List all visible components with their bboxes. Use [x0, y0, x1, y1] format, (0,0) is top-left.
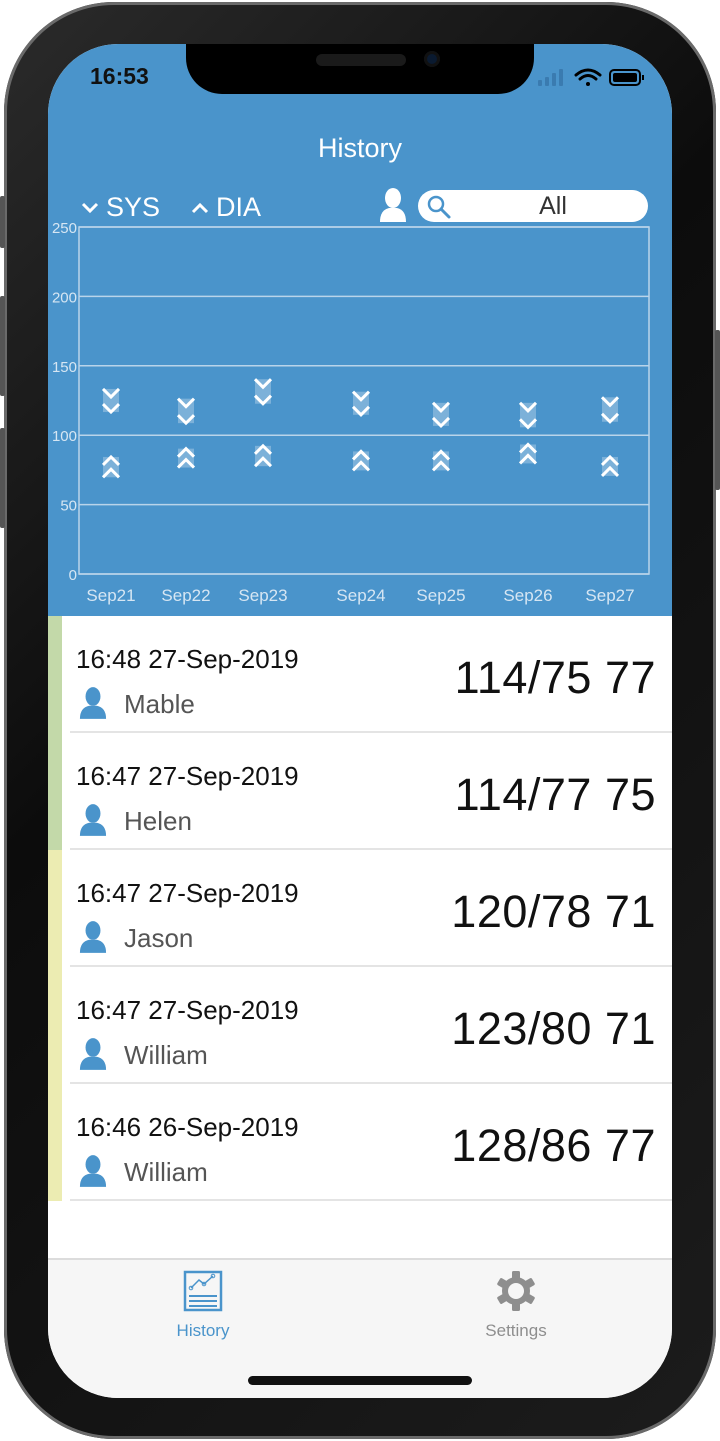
cellular-signal-icon: [538, 69, 563, 86]
screen: 16:53 History SYS DIA All 0 50 100 150 2…: [48, 44, 672, 1398]
chevron-down-icon: [81, 202, 99, 213]
record-reading: 114/75 77: [454, 652, 656, 703]
record-user: Jason: [124, 923, 194, 953]
mute-switch: [0, 196, 5, 248]
person-icon: [79, 687, 107, 719]
record-row[interactable]: 16:47 27-Sep-2019 Jason 120/78 71: [48, 850, 672, 967]
chevron-up-icon: [191, 202, 209, 213]
tab-history-label: History: [176, 1321, 230, 1340]
x-tick-label: Sep25: [416, 586, 465, 605]
chart-document-icon: [183, 1270, 223, 1312]
record-reading: 128/86 77: [451, 1120, 656, 1171]
record-user: Helen: [124, 806, 192, 836]
x-tick-label: Sep27: [585, 586, 634, 605]
status-stripe: [48, 733, 62, 850]
notch: [186, 44, 534, 94]
person-icon: [79, 804, 107, 836]
home-indicator: [248, 1376, 472, 1385]
volume-up-button: [0, 296, 5, 396]
status-time: 16:53: [90, 63, 149, 89]
record-reading: 114/77 75: [454, 769, 656, 820]
status-stripe: [48, 616, 62, 733]
record-datetime: 16:47 27-Sep-2019: [76, 761, 299, 791]
status-stripe: [48, 967, 62, 1084]
record-datetime: 16:47 27-Sep-2019: [76, 995, 299, 1025]
row-divider: [70, 1199, 672, 1201]
bp-chart: 0 50 100 150 200 250 Sep21 Sep22 Sep23 Sep24 Sep25…: [52, 220, 650, 605]
record-user: William: [124, 1040, 208, 1070]
record-reading: 120/78 71: [451, 886, 656, 937]
record-row[interactable]: 16:48 27-Sep-2019 Mable 114/75 77: [48, 616, 672, 733]
x-tick-label: Sep26: [503, 586, 552, 605]
y-tick-label: 150: [52, 359, 77, 376]
record-user: Mable: [124, 689, 195, 719]
record-datetime: 16:48 27-Sep-2019: [76, 644, 299, 674]
record-row[interactable]: 16:47 27-Sep-2019 Helen 114/77 75: [48, 733, 672, 850]
status-stripe: [48, 850, 62, 967]
person-icon: [79, 921, 107, 953]
x-tick-label: Sep21: [86, 586, 135, 605]
page-title: History: [317, 133, 402, 163]
tab-history[interactable]: History: [133, 1270, 273, 1341]
y-tick-label: 0: [69, 567, 77, 584]
y-tick-label: 200: [52, 289, 77, 306]
person-icon: [79, 1155, 107, 1187]
records-list: 16:48 27-Sep-2019 Mable 114/75 77 16:47 27-…: [48, 616, 672, 1201]
tab-settings-label: Settings: [485, 1321, 547, 1340]
tab-settings[interactable]: Settings: [446, 1270, 586, 1341]
volume-down-button: [0, 428, 5, 528]
y-tick-label: 50: [60, 498, 77, 515]
x-tick-label: Sep22: [161, 586, 210, 605]
battery-icon: [609, 69, 644, 86]
record-datetime: 16:47 27-Sep-2019: [76, 878, 299, 908]
status-icons: [536, 66, 656, 90]
record-row[interactable]: 16:46 26-Sep-2019 William 128/86 77: [48, 1084, 672, 1201]
x-tick-label: Sep24: [336, 586, 385, 605]
status-stripe: [48, 1084, 62, 1201]
x-tick-label: Sep23: [238, 586, 287, 605]
wifi-icon: [574, 68, 602, 86]
gear-icon: [497, 1271, 535, 1311]
record-datetime: 16:46 26-Sep-2019: [76, 1112, 299, 1142]
person-icon: [79, 1038, 107, 1070]
power-button: [715, 330, 720, 490]
y-tick-label: 250: [52, 220, 77, 237]
record-reading: 123/80 71: [451, 1003, 656, 1054]
y-tick-label: 100: [52, 428, 77, 445]
record-user: William: [124, 1157, 208, 1187]
record-row[interactable]: 16:47 27-Sep-2019 William 123/80 71: [48, 967, 672, 1084]
